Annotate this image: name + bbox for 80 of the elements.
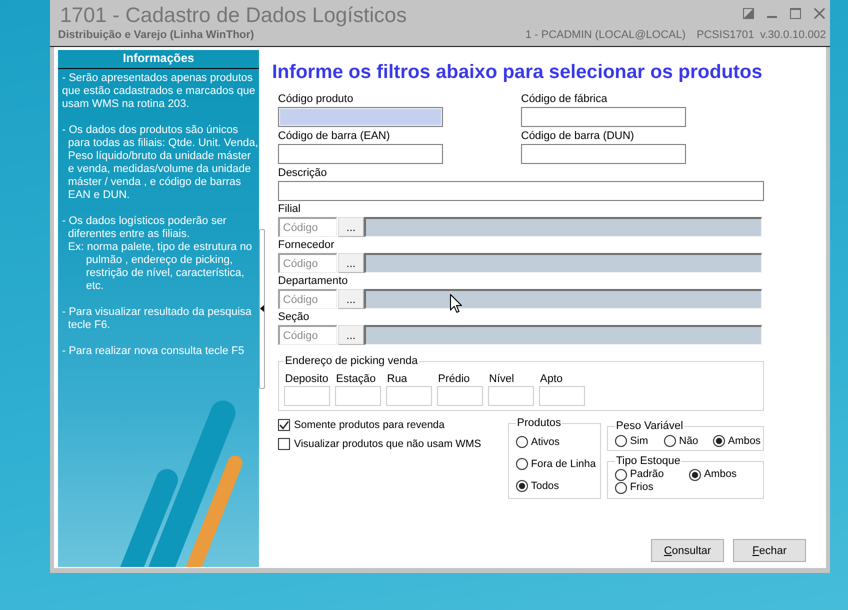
ean-barcode-field[interactable] (278, 144, 443, 164)
window-subtitle: Distribuição e Varejo (Linha WinThor) (58, 29, 254, 42)
info-text: - Serão apresentados apenas produtos que estão cadastrados e marcados que usam WMS na rotina 203. (62, 72, 256, 111)
radio-label: Ativos (531, 436, 560, 448)
radio-label: Ambos (728, 434, 761, 448)
radio-button[interactable] (664, 435, 676, 447)
factory-code-field[interactable] (521, 107, 686, 127)
radio-label: Não (679, 434, 698, 448)
radio-button[interactable] (516, 458, 528, 470)
group-title: Peso Variável (615, 420, 684, 433)
checkbox[interactable] (278, 419, 290, 431)
product-code-field[interactable] (278, 107, 443, 127)
address-field[interactable] (284, 386, 330, 406)
code-field[interactable]: Código (278, 289, 337, 309)
field-label: Código de barra (EAN) (278, 130, 390, 143)
lookup-button[interactable]: ... (338, 325, 364, 345)
info-text: - Os dados logísticos poderão ser diferentes entre as filiais. (62, 215, 228, 241)
address-field[interactable] (335, 386, 381, 406)
info-panel-header: Informações (58, 50, 259, 69)
radio-button[interactable] (689, 468, 701, 480)
radio-button[interactable] (713, 435, 725, 447)
info-text: - Os dados dos produtos são únicos para todas as filiais: Qtde. Unit. Venda, Peso líquido/bruto da unidade máster e venda, medidas/volume da unidade máster / venda , e código de barras EAN e DUN. (62, 124, 259, 202)
session-text: 1 - PCADMIN (LOCAL@LOCAL) (525, 29, 686, 42)
field-label: Código produto (278, 93, 354, 106)
version-text: v.30.0.10.002 (760, 29, 826, 42)
half-filled-square-icon[interactable] (743, 8, 754, 19)
info-text: - Para realizar nova consulta tecle F5 (62, 345, 246, 358)
radio-label: Padrão (630, 468, 664, 481)
address-field[interactable] (539, 386, 585, 406)
group-title: Endereço de picking venda (284, 355, 419, 368)
dun-barcode-field[interactable] (521, 144, 686, 164)
info-example-text: Ex: norma palete, tipo de estrutura no pulmão , endereço de picking, restrição de nível, característica, etc. (67, 241, 254, 293)
lookup-button[interactable]: ... (338, 289, 364, 309)
field-label: Código de fábrica (521, 93, 608, 106)
field-label: Apto (539, 373, 563, 386)
field-label: Estação (335, 373, 376, 386)
code-field[interactable]: Código (278, 217, 337, 237)
splitter-handle[interactable] (259, 228, 265, 388)
radio-button[interactable] (615, 435, 627, 447)
field-label: Departamento (278, 275, 348, 288)
close-window-button[interactable]: Fechar (733, 539, 806, 562)
field-label: Fornecedor (278, 239, 334, 252)
code-field[interactable]: Código (278, 253, 337, 273)
field-label: Filial (278, 203, 301, 216)
radio-button[interactable] (516, 480, 528, 492)
radio-button[interactable] (615, 482, 627, 494)
consult-button[interactable]: Consultar (651, 539, 724, 562)
info-text: - Para visualizar resultado da pesquisa tecle F6. (62, 306, 253, 332)
field-label: Seção (278, 311, 310, 324)
address-field[interactable] (437, 386, 483, 406)
field-label: Prédio (437, 373, 470, 386)
radio-label: Frios (630, 481, 654, 494)
lookup-button[interactable]: ... (338, 217, 364, 237)
field-label: Código de barra (DUN) (521, 130, 634, 143)
code-field[interactable]: Código (278, 325, 337, 345)
radio-label: Todos (531, 480, 560, 492)
window-title: 1701 - Cadastro de Dados Logísticos (60, 4, 407, 28)
address-field[interactable] (488, 386, 534, 406)
program-code-text: PCSIS1701 (696, 29, 754, 42)
checkbox-label: Visualizar produtos que não usam WMS (294, 438, 482, 450)
radio-button[interactable] (516, 436, 528, 448)
maximize-icon[interactable] (790, 8, 801, 19)
field-label: Deposito (284, 373, 328, 386)
radio-label: Ambos (704, 468, 737, 481)
field-label: Descrição (278, 167, 327, 180)
mouse-pointer-icon (450, 294, 462, 313)
address-field[interactable] (386, 386, 432, 406)
field-label: Rua (386, 373, 408, 386)
form-heading: Informe os filtros abaixo para selecionar os produtos (272, 61, 764, 83)
group-title: Produtos (516, 417, 562, 430)
radio-label: Fora de Linha (531, 458, 596, 470)
checkbox-label: Somente produtos para revenda (294, 418, 445, 432)
close-icon[interactable] (814, 8, 825, 19)
field-label: Nível (488, 373, 514, 386)
radio-label: Sim (630, 434, 648, 448)
lookup-button[interactable]: ... (338, 253, 364, 273)
group-title: Tipo Estoque (615, 455, 682, 468)
radio-button[interactable] (615, 468, 627, 480)
checkbox[interactable] (278, 438, 290, 450)
description-field[interactable] (278, 181, 764, 201)
